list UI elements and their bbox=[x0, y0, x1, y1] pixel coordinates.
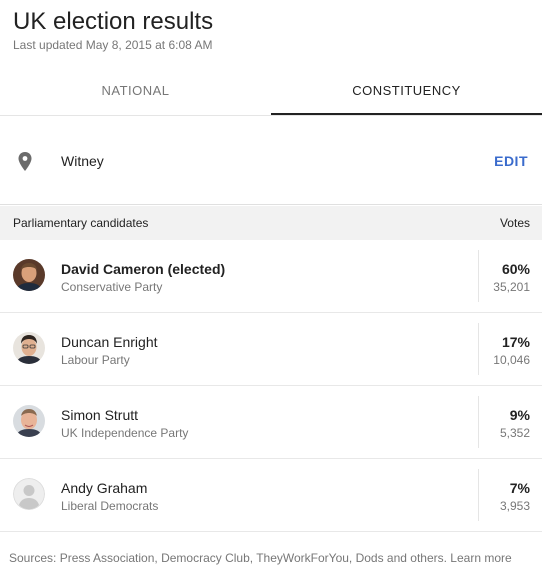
column-divider bbox=[478, 250, 479, 302]
candidates-list: David Cameron (elected) Conservative Par… bbox=[0, 240, 542, 532]
edit-constituency-button[interactable]: EDIT bbox=[494, 153, 528, 169]
vote-count: 10,046 bbox=[493, 353, 530, 367]
candidate-party: Labour Party bbox=[61, 353, 130, 367]
candidate-photo bbox=[13, 259, 45, 291]
vote-percentage: 7% bbox=[509, 480, 530, 496]
candidate-row[interactable]: Simon Strutt UK Independence Party 9% 5,… bbox=[0, 386, 542, 459]
vote-count: 3,953 bbox=[499, 499, 530, 513]
tab-constituency[interactable]: CONSTITUENCY bbox=[271, 70, 542, 115]
candidate-row[interactable]: Andy Graham Liberal Democrats 7% 3,953 bbox=[0, 459, 542, 532]
location-pin-icon bbox=[16, 151, 34, 173]
constituency-name: Witney bbox=[61, 153, 104, 169]
column-divider bbox=[478, 396, 479, 448]
candidate-party: Liberal Democrats bbox=[61, 499, 159, 513]
page-title: UK election results bbox=[13, 8, 214, 35]
votes-column-header: Votes bbox=[499, 216, 530, 230]
candidate-name: Andy Graham bbox=[61, 480, 148, 496]
last-updated-text: Last updated May 8, 2015 at 6:08 AM bbox=[13, 38, 213, 52]
page-header: UK election results Last updated May 8, … bbox=[13, 8, 213, 52]
candidate-party: UK Independence Party bbox=[61, 426, 189, 440]
tab-bar: NATIONAL CONSTITUENCY bbox=[0, 70, 542, 116]
vote-count: 5,352 bbox=[499, 426, 530, 440]
sources-footer[interactable]: Sources: Press Association, Democracy Cl… bbox=[9, 551, 512, 565]
candidates-column-header: Parliamentary candidates bbox=[13, 216, 149, 230]
candidate-name: Simon Strutt bbox=[61, 407, 139, 423]
constituency-selector: Witney EDIT bbox=[0, 117, 542, 205]
candidate-name: Duncan Enright bbox=[61, 334, 158, 350]
candidate-party: Conservative Party bbox=[61, 280, 163, 294]
vote-percentage: 60% bbox=[501, 261, 530, 277]
candidates-table-header: Parliamentary candidates Votes bbox=[0, 206, 542, 240]
candidate-row[interactable]: Duncan Enright Labour Party 17% 10,046 bbox=[0, 313, 542, 386]
candidate-photo bbox=[13, 405, 45, 437]
column-divider bbox=[478, 323, 479, 375]
vote-percentage: 9% bbox=[509, 407, 530, 423]
vote-percentage: 17% bbox=[501, 334, 530, 350]
column-divider bbox=[478, 469, 479, 521]
candidate-row[interactable]: David Cameron (elected) Conservative Par… bbox=[0, 240, 542, 313]
tab-national[interactable]: NATIONAL bbox=[0, 70, 271, 115]
candidate-name: David Cameron (elected) bbox=[61, 261, 226, 277]
default-avatar-icon bbox=[13, 478, 45, 510]
vote-count: 35,201 bbox=[493, 280, 530, 294]
candidate-photo bbox=[13, 332, 45, 364]
